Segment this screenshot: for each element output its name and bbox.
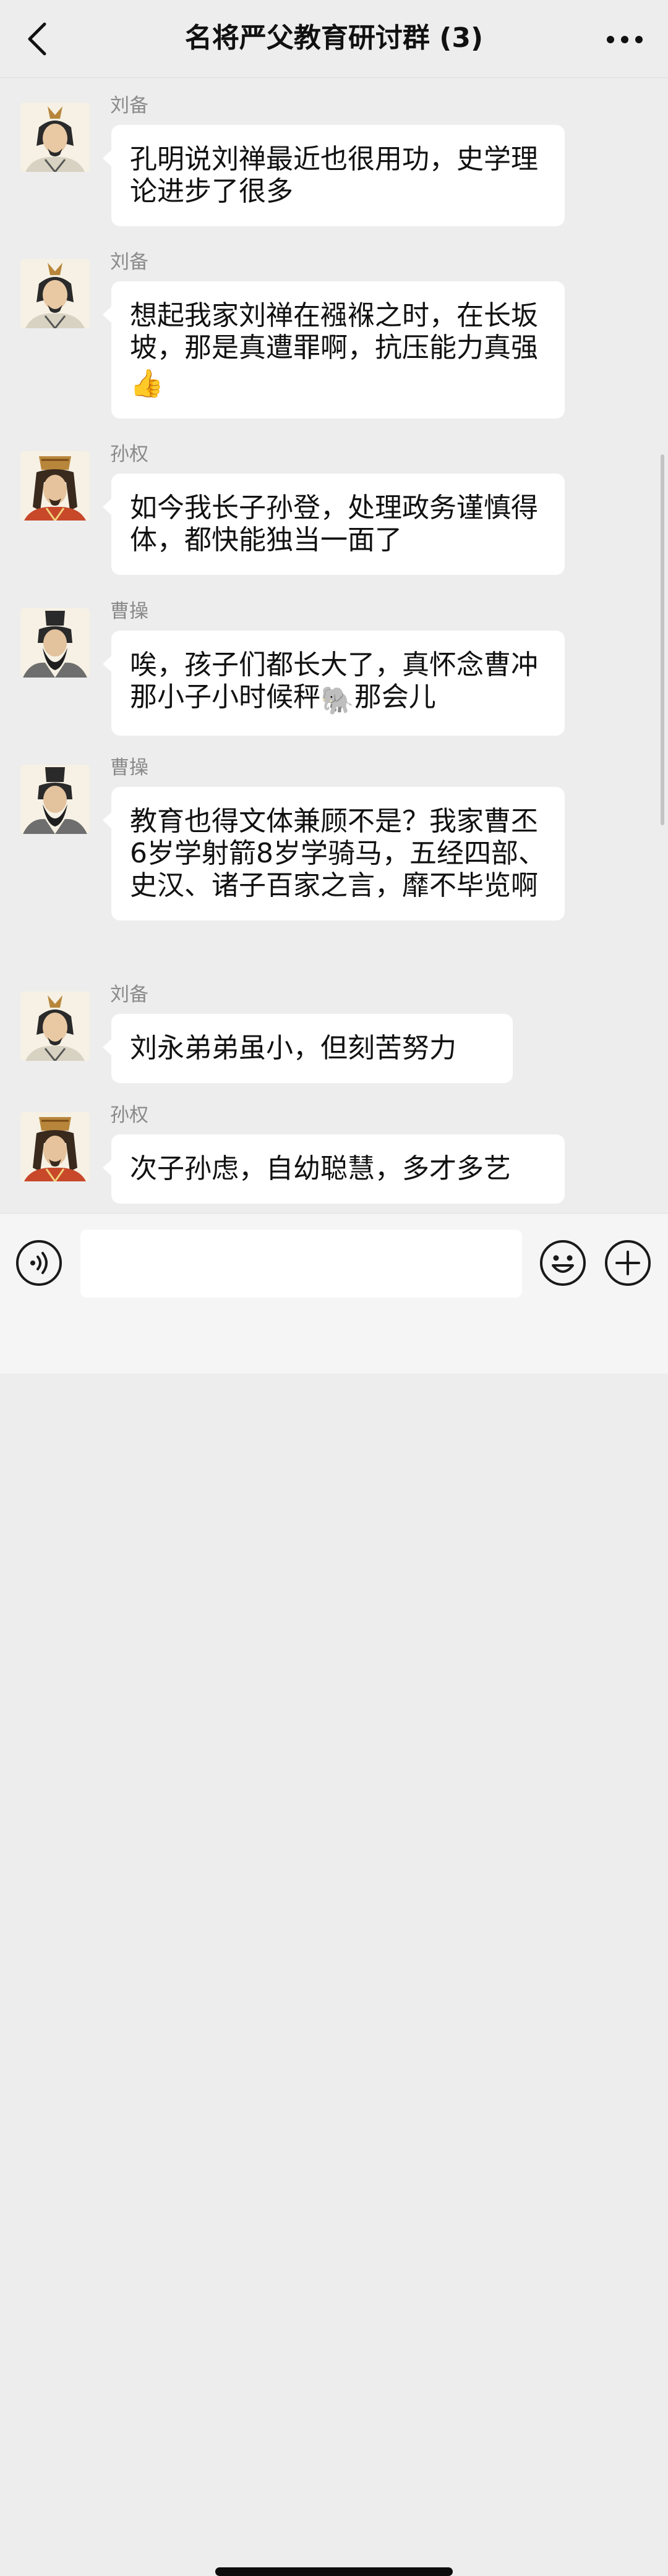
sender-name: 刘备	[110, 251, 148, 273]
message-text: 如今我长子孙登，处理政务谨慎得体，都快能独当一面了	[130, 492, 538, 556]
message-text: 教育也得文体兼顾不是？我家曹丕6岁学射箭8岁学骑马，五经四部、史汉、诸子百家之言…	[130, 806, 546, 901]
message-text: 那会儿	[354, 681, 436, 713]
chevron-left-icon	[28, 22, 46, 56]
sender-name: 曹操	[110, 600, 148, 623]
avatar-liubei[interactable]	[20, 992, 90, 1061]
plus-icon	[605, 1240, 651, 1286]
sunquan-avatar-icon	[20, 451, 90, 521]
message-bubble[interactable]: 教育也得文体兼顾不是？我家曹丕6岁学射箭8岁学骑马，五经四部、史汉、诸子百家之言…	[103, 787, 565, 920]
input-bar	[0, 1213, 668, 2576]
voice-button[interactable]	[15, 1239, 62, 1286]
caocao-avatar-icon	[20, 765, 90, 834]
avatar-liubei[interactable]	[20, 103, 90, 172]
message-item: 刘备 孔明说刘禅最近也很用功，史学理论进步了很多	[0, 78, 668, 232]
sender-name: 曹操	[110, 757, 148, 779]
thumbs-up-emoji: 👍	[130, 368, 164, 399]
voice-icon	[16, 1240, 62, 1286]
message-bubble[interactable]: 次子孙虑，自幼聪慧，多才多艺	[103, 1134, 565, 1204]
avatar-caocao[interactable]	[20, 608, 90, 678]
chat-header: 名将严父教育研讨群 (3)	[0, 0, 668, 78]
back-button[interactable]	[19, 17, 56, 61]
message-text: 次子孙虑，自幼聪慧，多才多艺	[130, 1153, 511, 1184]
chat-title: 名将严父教育研讨群 (3)	[184, 22, 484, 54]
avatar-caocao[interactable]	[20, 765, 90, 834]
message-text: 孔明说刘禅最近也很用功，史学理论进步了很多	[130, 143, 538, 207]
avatar-liubei[interactable]	[20, 259, 90, 328]
smiley-icon	[540, 1240, 586, 1286]
message-bubble[interactable]: 唉，孩子们都长大了，真怀念曹冲那小子小时候秤🐘那会儿	[103, 631, 565, 736]
elephant-emoji: 🐘	[320, 685, 354, 716]
message-item: 曹操 唉，孩子们都长大了，真怀念曹冲那小子小时候秤🐘那会儿	[0, 584, 668, 738]
avatar-sunquan[interactable]	[20, 451, 90, 521]
more-dots-icon	[607, 36, 643, 43]
liubei-avatar-icon	[20, 103, 90, 172]
message-item: 孙权 次子孙虑，自幼聪慧，多才多艺	[0, 1087, 668, 1211]
message-text: 刘永弟弟虽小，但刻苦努力	[130, 1032, 456, 1064]
message-item: 刘备 想起我家刘禅在襁褓之时，在长坂坡，那是真遭罪啊，抗压能力真强 👍	[0, 234, 668, 426]
scrollbar[interactable]	[661, 454, 664, 825]
message-bubble[interactable]: 想起我家刘禅在襁褓之时，在长坂坡，那是真遭罪啊，抗压能力真强 👍	[103, 281, 565, 419]
message-text: 想起我家刘禅在襁褓之时，在长坂坡，那是真遭罪啊，抗压能力真强	[130, 300, 538, 363]
liubei-avatar-icon	[20, 259, 90, 328]
sender-name: 孙权	[110, 443, 148, 465]
message-bubble[interactable]: 刘永弟弟虽小，但刻苦努力	[103, 1014, 513, 1083]
sender-name: 刘备	[110, 984, 148, 1006]
avatar-sunquan[interactable]	[20, 1112, 90, 1181]
sunquan-avatar-icon	[20, 1112, 90, 1181]
message-bubble[interactable]: 如今我长子孙登，处理政务谨慎得体，都快能独当一面了	[103, 474, 565, 575]
home-indicator[interactable]	[215, 2567, 453, 2576]
sender-name: 刘备	[110, 95, 148, 117]
more-button[interactable]	[600, 22, 649, 57]
message-item: 刘备 刘永弟弟虽小，但刻苦努力	[0, 967, 668, 1084]
message-input[interactable]	[80, 1230, 522, 1298]
message-item: 孙权 如今我长子孙登，处理政务谨慎得体，都快能独当一面了	[0, 427, 668, 581]
message-list[interactable]: 刘备 孔明说刘禅最近也很用功，史学理论进步了很多 刘备 想起我家刘禅在襁褓之时，…	[0, 78, 668, 1213]
plus-button[interactable]	[604, 1239, 651, 1286]
message-bubble[interactable]: 孔明说刘禅最近也很用功，史学理论进步了很多	[103, 125, 565, 226]
message-item: 曹操 教育也得文体兼顾不是？我家曹丕6岁学射箭8岁学骑马，五经四部、史汉、诸子百…	[0, 740, 668, 963]
emoji-button[interactable]	[539, 1239, 586, 1286]
caocao-avatar-icon	[20, 608, 90, 678]
sender-name: 孙权	[110, 1104, 148, 1126]
liubei-avatar-icon	[20, 992, 90, 1061]
